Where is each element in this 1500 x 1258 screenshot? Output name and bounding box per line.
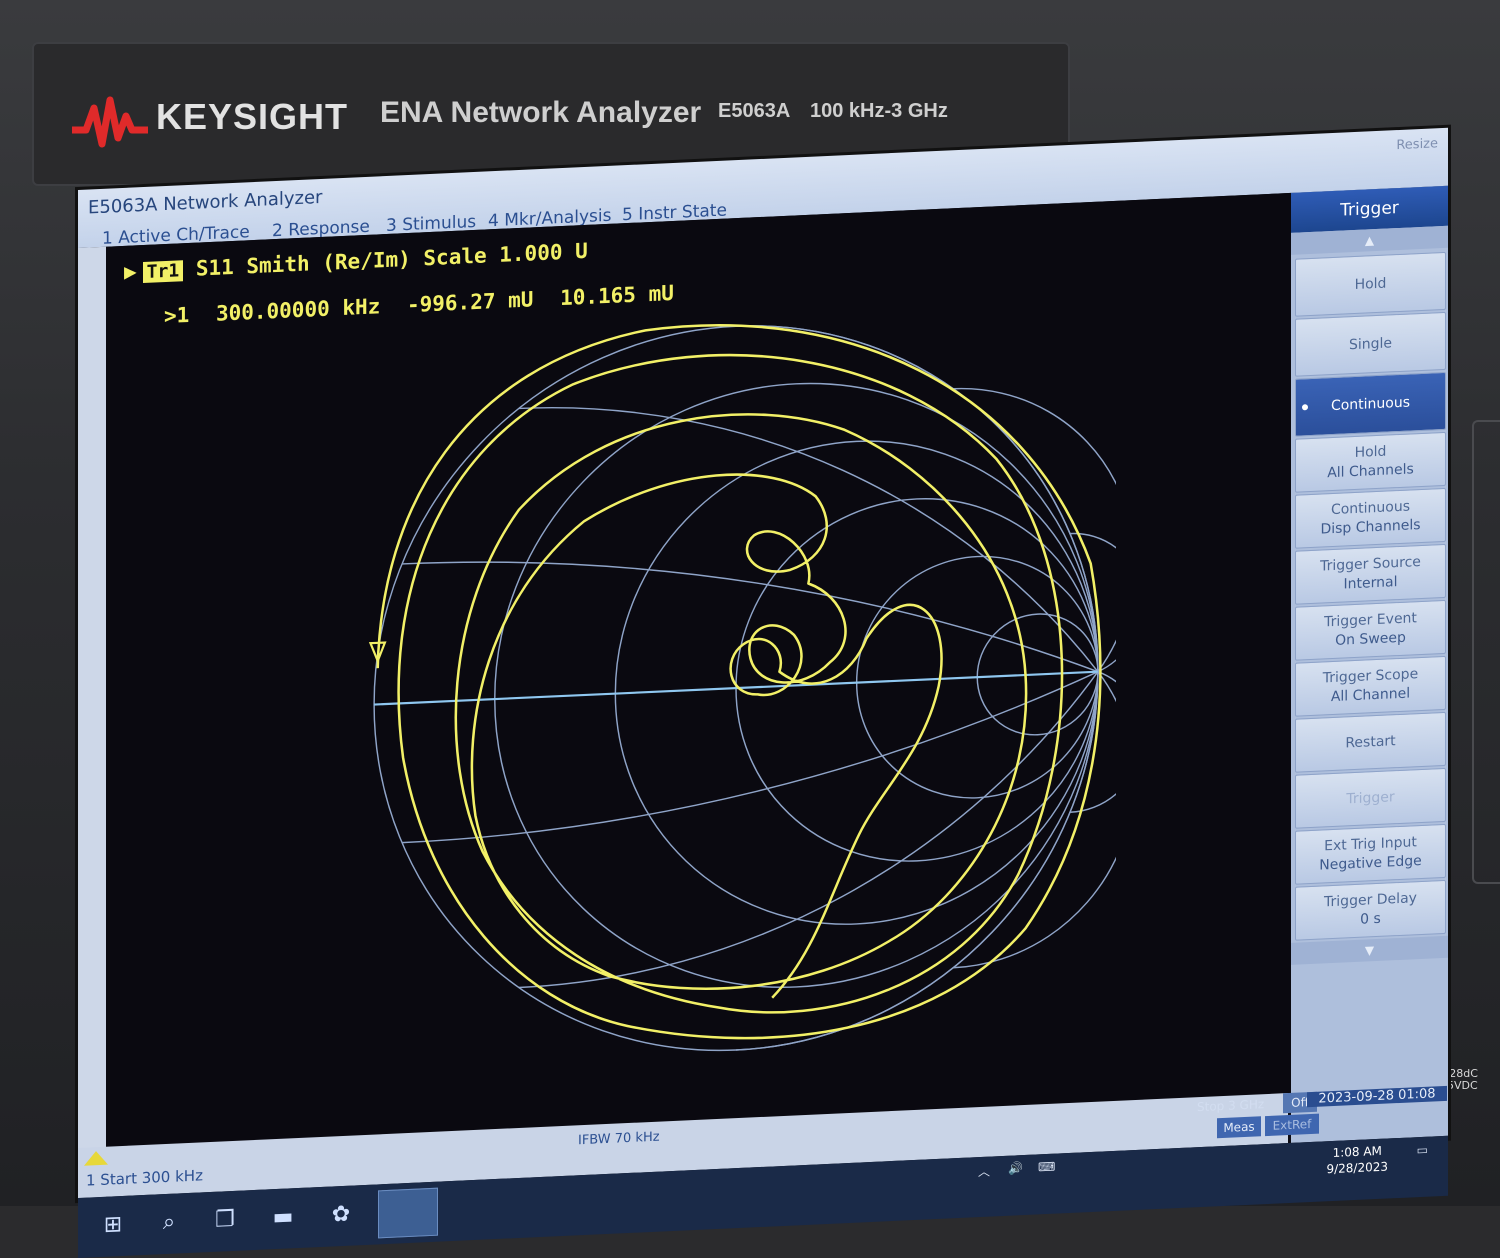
search-icon[interactable]: ⌕ [154, 1207, 184, 1238]
softkey-value: 0 s [1360, 910, 1381, 928]
task-view-icon[interactable]: ❐ [210, 1205, 240, 1236]
windows-start-icon[interactable]: ⊞ [98, 1210, 128, 1241]
brand-frequency-range: 100 kHz-3 GHz [810, 100, 948, 122]
marker-triangle-icon [84, 1150, 108, 1166]
volume-icon[interactable]: 🔊 [1008, 1161, 1023, 1176]
extref-indicator: ExtRef [1265, 1113, 1319, 1137]
marker-imag: 10.165 mU [560, 280, 674, 311]
resize-button[interactable]: Resize [1396, 136, 1438, 153]
softkey-label: Hold [1354, 275, 1387, 293]
softkey-label: Trigger Source [1320, 554, 1421, 575]
softkey-restart[interactable]: Restart [1295, 711, 1446, 773]
scroll-down-icon[interactable]: ▼ [1291, 935, 1448, 965]
softkey-trigger-delay[interactable]: Trigger Delay 0 s [1295, 879, 1446, 941]
keysight-logo-icon [72, 96, 148, 148]
x-arc-neg-2 [953, 671, 1116, 969]
softkey-label: Restart [1345, 732, 1396, 751]
front-panel-edge [1472, 420, 1500, 884]
brand-name: KEYSIGHT [156, 96, 349, 137]
trace-header[interactable]: ▶ Tr1 S11 Smith (Re/Im) Scale 1.000 U [124, 239, 588, 284]
voltage-label: +28dC 35VDC [1440, 1067, 1478, 1092]
brand-model: ENA Network Analyzer [380, 96, 702, 129]
softkey-value: Disp Channels [1320, 517, 1421, 538]
file-explorer-icon[interactable]: ▬ [268, 1202, 298, 1233]
app-icon[interactable]: ✿ [326, 1199, 356, 1230]
taskbar-clock[interactable]: 1:08 AM 9/28/2023 [1326, 1143, 1388, 1178]
softkey-label: Single [1348, 334, 1393, 353]
softkey-continuous-disp-channels[interactable]: Continuous Disp Channels [1295, 487, 1446, 549]
softkey-panel: Trigger ▲ Hold Single Continuous Hold Al… [1197, 185, 1448, 1143]
status-datetime: 2023-09-28 01:08 [1307, 1085, 1447, 1108]
plot-area[interactable]: ▶ Tr1 S11 Smith (Re/Im) Scale 1.000 U >1 … [106, 192, 1291, 1147]
start-frequency[interactable]: 1 Start 300 kHz [86, 1166, 203, 1189]
softkey-value: All Channel [1330, 685, 1411, 706]
softkey-trigger-event[interactable]: Trigger Event On Sweep [1295, 599, 1446, 661]
meas-indicator: Meas [1217, 1116, 1261, 1139]
softkey-value: All Channels [1327, 461, 1414, 482]
softkey-value: On Sweep [1335, 629, 1406, 649]
softkey-continuous[interactable]: Continuous [1295, 371, 1446, 437]
softkey-trigger-source[interactable]: Trigger Source Internal [1295, 543, 1446, 605]
softkey-trigger-scope[interactable]: Trigger Scope All Channel [1295, 655, 1446, 717]
network-analyzer-app-icon[interactable] [378, 1187, 438, 1239]
trace-tag[interactable]: Tr1 [142, 260, 184, 284]
marker-id: >1 [164, 302, 190, 329]
keyboard-icon[interactable]: ⌨ [1038, 1160, 1055, 1175]
softkey-label: Trigger Delay [1324, 890, 1417, 911]
marker-real: -996.27 mU [406, 287, 534, 318]
selected-dot-icon [1302, 404, 1308, 411]
softkey-value: Internal [1343, 574, 1398, 593]
left-rail [78, 246, 106, 1199]
taskbar-date: 9/28/2023 [1326, 1159, 1388, 1177]
softkey-hold[interactable]: Hold [1295, 251, 1446, 317]
smith-chart [368, 323, 1116, 1052]
softkey-trigger[interactable]: Trigger [1295, 767, 1446, 829]
softkey-hold-all-channels[interactable]: Hold All Channels [1295, 431, 1446, 493]
marker-frequency: 300.00000 kHz [215, 294, 381, 326]
softkey-label: Hold [1354, 443, 1387, 462]
softkey-label: Continuous [1330, 394, 1411, 414]
softkey-single[interactable]: Single [1295, 311, 1446, 377]
softkey-label: Trigger [1346, 788, 1395, 807]
tray-chevron-icon[interactable]: ︿ [978, 1163, 990, 1181]
notification-icon[interactable]: ▭ [1417, 1143, 1428, 1158]
active-trace-arrow-icon: ▶ [124, 259, 137, 284]
softkey-value: Negative Edge [1319, 852, 1422, 874]
analyzer-screen: E5063A Network Analyzer Resize 1 Active … [78, 127, 1448, 1258]
ifbw-label[interactable]: IFBW 70 kHz [578, 1130, 660, 1149]
softkey-ext-trig-input[interactable]: Ext Trig Input Negative Edge [1295, 823, 1446, 885]
brand-part-number: E5063A [718, 100, 791, 122]
trace-description: S11 Smith (Re/Im) Scale 1.000 U [195, 238, 588, 281]
